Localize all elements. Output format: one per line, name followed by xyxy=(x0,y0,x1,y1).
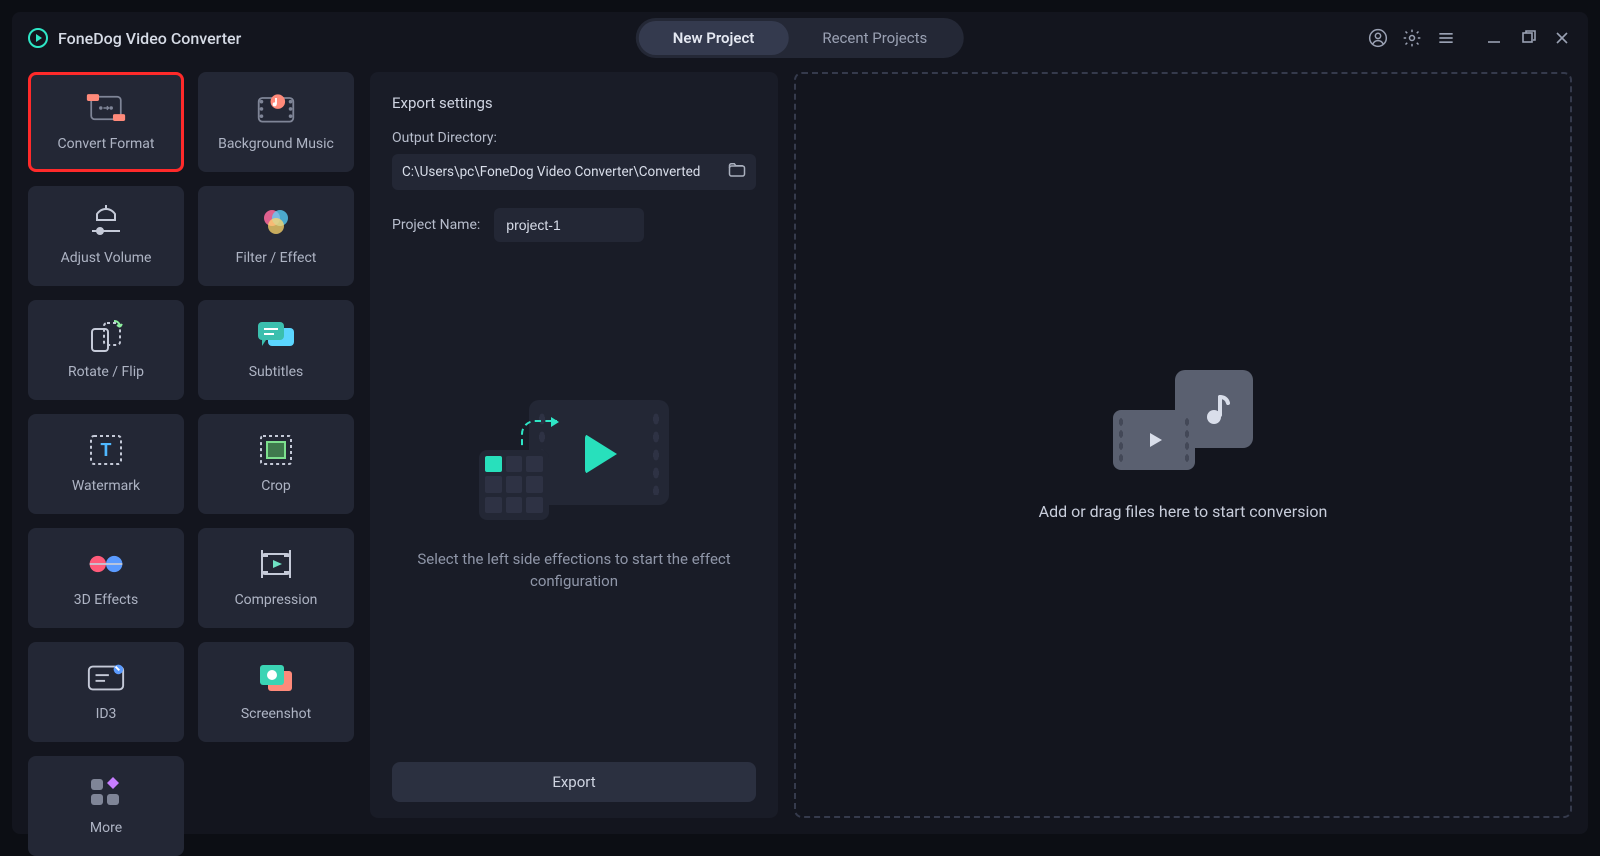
adjust-volume-icon xyxy=(86,206,126,238)
convert-format-icon xyxy=(86,92,126,124)
feature-adjust-volume[interactable]: Adjust Volume xyxy=(28,186,184,286)
rotate-flip-icon xyxy=(86,320,126,352)
project-name-row: Project Name: xyxy=(392,208,756,242)
more-icon xyxy=(86,776,126,808)
feature-label: Crop xyxy=(261,478,291,494)
feature-label: Compression xyxy=(235,592,318,608)
account-icon[interactable] xyxy=(1368,28,1388,48)
feature-label: Watermark xyxy=(72,478,140,494)
3d-effects-icon xyxy=(86,548,126,580)
feature-watermark[interactable]: T Watermark xyxy=(28,414,184,514)
tab-recent-projects[interactable]: Recent Projects xyxy=(788,21,961,55)
feature-label: 3D Effects xyxy=(74,592,139,608)
crop-icon xyxy=(256,434,296,466)
output-directory-field[interactable]: C:\Users\pc\FoneDog Video Converter\Conv… xyxy=(392,154,756,190)
feature-compression[interactable]: Compression xyxy=(198,528,354,628)
app-window: FoneDog Video Converter New Project Rece… xyxy=(12,12,1588,834)
compression-icon xyxy=(256,548,296,580)
export-title: Export settings xyxy=(392,94,756,112)
feature-label: More xyxy=(90,820,122,836)
export-settings-panel: Export settings Output Directory: C:\Use… xyxy=(370,72,778,818)
window-controls xyxy=(1484,28,1572,48)
drop-illustration-icon xyxy=(1113,370,1253,470)
feature-label: Subtitles xyxy=(249,364,304,380)
feature-filter-effect[interactable]: Filter / Effect xyxy=(198,186,354,286)
id3-icon xyxy=(86,662,126,694)
project-name-input[interactable] xyxy=(494,208,644,242)
feature-label: ID3 xyxy=(96,706,117,722)
browse-folder-icon[interactable] xyxy=(728,162,746,182)
feature-more[interactable]: More xyxy=(28,756,184,856)
subtitles-icon xyxy=(256,320,296,352)
file-drop-zone[interactable]: Add or drag files here to start conversi… xyxy=(794,72,1572,818)
hamburger-menu-icon[interactable] xyxy=(1436,28,1456,48)
title-right xyxy=(1368,28,1572,48)
screenshot-icon xyxy=(256,662,296,694)
app-title: FoneDog Video Converter xyxy=(58,29,241,48)
project-name-label: Project Name: xyxy=(392,217,480,233)
tab-new-project[interactable]: New Project xyxy=(639,21,789,55)
output-directory-label: Output Directory: xyxy=(392,130,756,146)
effect-illustration-icon xyxy=(479,400,669,520)
settings-gear-icon[interactable] xyxy=(1402,28,1422,48)
filter-effect-icon xyxy=(256,206,296,238)
title-bar: FoneDog Video Converter New Project Rece… xyxy=(12,12,1588,64)
feature-id3[interactable]: ID3 xyxy=(28,642,184,742)
feature-grid: Convert Format Background Music Adjust V… xyxy=(28,72,354,818)
feature-label: Adjust Volume xyxy=(61,250,152,266)
output-directory-path: C:\Users\pc\FoneDog Video Converter\Conv… xyxy=(402,164,728,180)
title-left: FoneDog Video Converter xyxy=(28,28,241,48)
feature-background-music[interactable]: Background Music xyxy=(198,72,354,172)
export-button[interactable]: Export xyxy=(392,762,756,802)
feature-3d-effects[interactable]: 3D Effects xyxy=(28,528,184,628)
feature-screenshot[interactable]: Screenshot xyxy=(198,642,354,742)
svg-text:T: T xyxy=(100,440,111,461)
app-body: Convert Format Background Music Adjust V… xyxy=(12,64,1588,834)
maximize-icon[interactable] xyxy=(1518,28,1538,48)
background-music-icon xyxy=(256,92,296,124)
project-tab-switch: New Project Recent Projects xyxy=(636,18,964,58)
feature-rotate-flip[interactable]: Rotate / Flip xyxy=(28,300,184,400)
drop-hint: Add or drag files here to start conversi… xyxy=(1039,502,1328,521)
export-hint: Select the left side effections to start… xyxy=(414,548,734,593)
feature-convert-format[interactable]: Convert Format xyxy=(28,72,184,172)
feature-label: Screenshot xyxy=(241,706,311,722)
app-logo-icon xyxy=(28,28,48,48)
close-icon[interactable] xyxy=(1552,28,1572,48)
export-placeholder: Select the left side effections to start… xyxy=(392,242,756,750)
minimize-icon[interactable] xyxy=(1484,28,1504,48)
export-button-label: Export xyxy=(552,773,595,791)
feature-label: Rotate / Flip xyxy=(68,364,144,380)
watermark-icon: T xyxy=(86,434,126,466)
feature-label: Filter / Effect xyxy=(236,250,317,266)
feature-subtitles[interactable]: Subtitles xyxy=(198,300,354,400)
feature-label: Background Music xyxy=(218,136,334,152)
feature-label: Convert Format xyxy=(58,136,155,152)
feature-crop[interactable]: Crop xyxy=(198,414,354,514)
